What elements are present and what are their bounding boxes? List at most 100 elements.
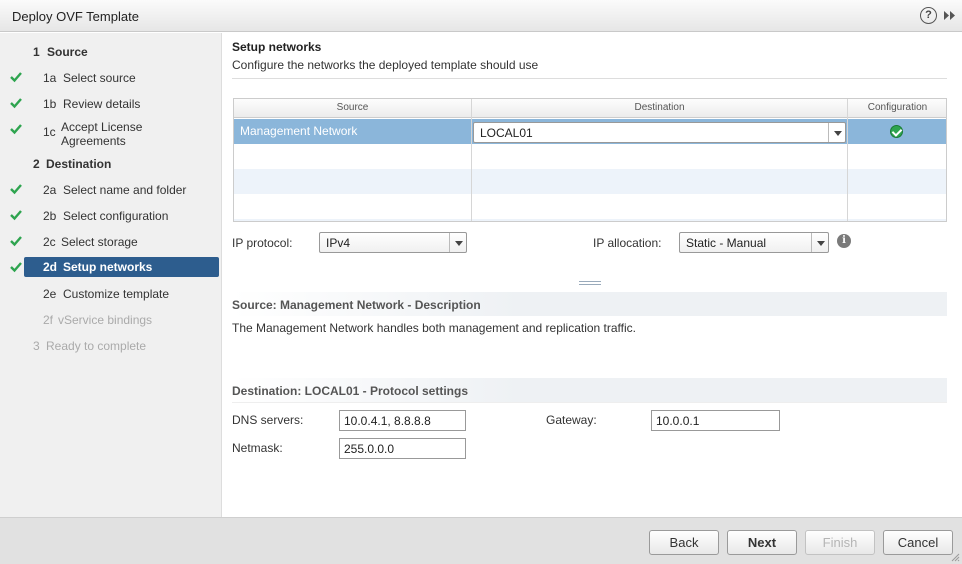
table-row-empty (234, 144, 946, 169)
chevron-down-icon[interactable] (828, 123, 845, 142)
table-row[interactable]: Management Network LOCAL01 (234, 119, 946, 144)
column-header-configuration[interactable]: Configuration (848, 102, 946, 113)
nav-item-setup-networks[interactable]: 2d Setup networks (0, 257, 222, 279)
nav-num: 1a (43, 71, 57, 85)
cell-source: Management Network (240, 124, 358, 138)
nav-num: 2e (43, 287, 57, 301)
ip-protocol-value: IPv4 (326, 236, 351, 250)
nav-item-select-configuration[interactable]: 2b Select configuration (0, 205, 222, 227)
nav-num: 2a (43, 183, 57, 197)
column-divider (847, 99, 848, 221)
nav-section-ready: 3 Ready to complete (0, 335, 222, 357)
nav-label: Setup networks (63, 260, 153, 274)
column-divider (471, 99, 472, 221)
divider (232, 402, 947, 403)
resize-grip-icon[interactable] (950, 552, 960, 562)
nav-item-review-details[interactable]: 1b Review details (0, 93, 222, 115)
check-icon (10, 98, 22, 109)
gateway-value: 10.0.0.1 (656, 414, 700, 428)
dns-servers-field[interactable]: 10.0.4.1, 8.8.8.8 (339, 410, 466, 431)
info-icon[interactable]: i (837, 234, 851, 248)
wizard-nav: 1 Source 1a Select source 1b Review deta… (0, 33, 222, 517)
nav-label: Customize template (63, 287, 170, 301)
nav-label: Select storage (61, 235, 138, 249)
chevron-down-icon[interactable] (449, 233, 466, 252)
window-title: Deploy OVF Template (12, 9, 139, 24)
splitter-handle[interactable] (579, 281, 601, 285)
check-icon (10, 236, 22, 247)
table-row-empty (234, 169, 946, 194)
nav-item-vservice-bindings: 2f vService bindings (0, 309, 222, 331)
nav-num: 1 (33, 45, 40, 59)
gateway-field[interactable]: 10.0.0.1 (651, 410, 780, 431)
table-row-empty (234, 194, 946, 219)
nav-num: 1b (43, 97, 57, 111)
table-header: Source Destination Configuration (234, 99, 946, 118)
ip-protocol-select[interactable]: IPv4 (319, 232, 467, 253)
nav-item-select-storage[interactable]: 2c Select storage (0, 231, 222, 253)
check-icon (10, 210, 22, 221)
check-icon (10, 262, 22, 273)
nav-label: vService bindings (58, 313, 153, 327)
wizard-footer: Back Next Finish Cancel (0, 517, 962, 564)
nav-item-accept-license[interactable]: 1c Accept License Agreements (0, 119, 222, 149)
netmask-value: 255.0.0.0 (344, 442, 395, 456)
divider (232, 78, 947, 79)
nav-num: 1c (43, 125, 56, 139)
protocol-settings-title: Destination: LOCAL01 - Protocol settings (232, 384, 469, 398)
chevron-down-icon[interactable] (811, 233, 828, 252)
check-icon (10, 184, 22, 195)
back-button[interactable]: Back (649, 530, 719, 555)
nav-label: Review details (63, 97, 141, 111)
nav-label: Select name and folder (63, 183, 187, 197)
cancel-button[interactable]: Cancel (883, 530, 953, 555)
nav-item-select-name-folder[interactable]: 2a Select name and folder (0, 179, 222, 201)
nav-item-customize-template[interactable]: 2e Customize template (0, 283, 222, 305)
page-title: Setup networks (232, 40, 322, 54)
source-description-title: Source: Management Network - Description (232, 298, 481, 312)
nav-label: Ready to complete (46, 339, 147, 353)
destination-network-select[interactable]: LOCAL01 (473, 122, 846, 143)
nav-num: 3 (33, 339, 40, 353)
nav-num: 2f (43, 313, 54, 327)
nav-label: Accept License Agreements (61, 120, 143, 148)
nav-num: 2 (33, 157, 40, 171)
ip-allocation-select[interactable]: Static - Manual (679, 232, 829, 253)
nav-label: Select source (63, 71, 136, 85)
source-description-text: The Management Network handles both mana… (232, 321, 637, 335)
main-content: Setup networks Configure the networks th… (222, 33, 962, 517)
destination-value: LOCAL01 (480, 126, 533, 140)
nav-num: 2c (43, 235, 56, 249)
page-subtitle: Configure the networks the deployed temp… (232, 58, 539, 72)
ip-allocation-label: IP allocation: (593, 236, 662, 250)
dns-servers-value: 10.0.4.1, 8.8.8.8 (344, 414, 431, 428)
next-button[interactable]: Next (727, 530, 797, 555)
netmask-label: Netmask: (232, 441, 283, 455)
column-header-destination[interactable]: Destination (472, 102, 847, 113)
protocol-settings-header: Destination: LOCAL01 - Protocol settings (232, 378, 947, 402)
title-bar: Deploy OVF Template ? (0, 0, 962, 32)
nav-label: Destination (46, 157, 112, 171)
nav-section-source: 1 Source (0, 41, 222, 63)
network-mapping-table: Source Destination Configuration Managem… (233, 98, 947, 222)
column-header-source[interactable]: Source (234, 102, 471, 113)
check-circle-icon (890, 125, 903, 138)
gateway-label: Gateway: (546, 413, 597, 427)
source-description-header: Source: Management Network - Description (232, 292, 947, 316)
netmask-field[interactable]: 255.0.0.0 (339, 438, 466, 459)
nav-num: 2b (43, 209, 57, 223)
help-icon[interactable]: ? (920, 7, 937, 24)
dns-servers-label: DNS servers: (232, 413, 304, 427)
nav-label: Select configuration (63, 209, 169, 223)
ip-allocation-value: Static - Manual (686, 236, 767, 250)
ip-protocol-label: IP protocol: (232, 236, 293, 250)
check-icon (10, 124, 22, 135)
expand-icon[interactable] (942, 7, 958, 24)
table-row-empty (234, 219, 946, 221)
nav-item-select-source[interactable]: 1a Select source (0, 67, 222, 89)
nav-num: 2d (43, 260, 58, 274)
check-icon (10, 72, 22, 83)
nav-section-destination: 2 Destination (0, 153, 222, 175)
finish-button: Finish (805, 530, 875, 555)
nav-label: Source (47, 45, 88, 59)
